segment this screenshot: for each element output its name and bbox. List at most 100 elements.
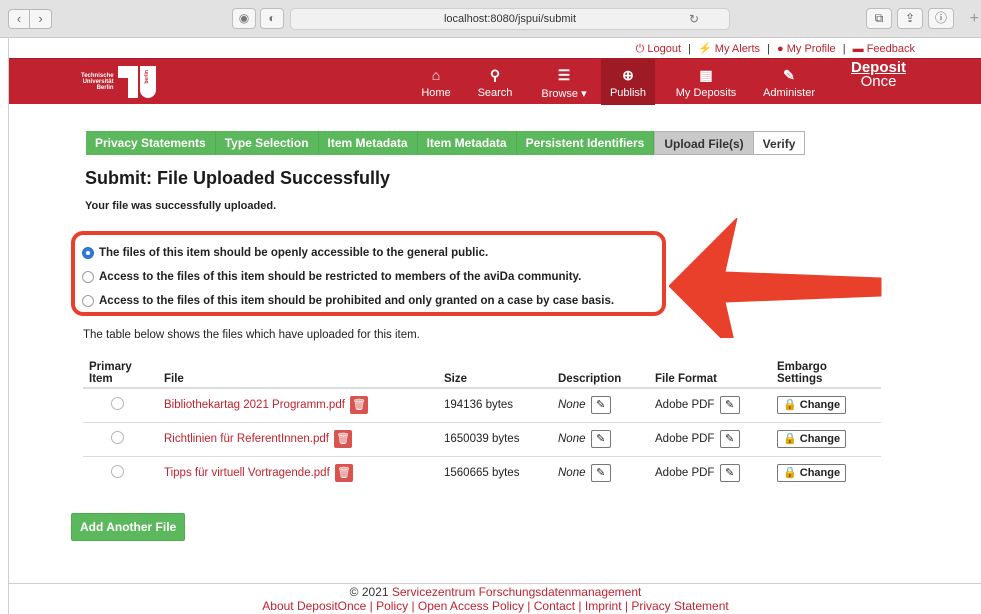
col-embargo: Embargo Settings — [771, 350, 881, 389]
grid-icon: ▦ — [699, 67, 713, 83]
reload-icon[interactable]: ↻ — [689, 9, 699, 29]
tu-logo-mark: berlin — [117, 64, 158, 100]
depositonce-logo[interactable]: Deposit Once — [851, 60, 906, 90]
header-text: Primary — [89, 361, 132, 373]
table-row: Tipps für virtuell Vortragende.pdf 🗑 156… — [83, 455, 881, 490]
back-button[interactable]: ‹ — [8, 9, 30, 29]
step-item-metadata-1[interactable]: Item Metadata — [318, 131, 418, 155]
nav-browse[interactable]: ☰ Browse ▾ — [533, 59, 595, 105]
nav-publish[interactable]: ⊕ Publish — [601, 59, 655, 105]
lock-icon: 🔒 — [783, 399, 797, 412]
table-row: Richtlinien für ReferentInnen.pdf 🗑 1650… — [83, 421, 881, 456]
page-title: Submit: File Uploaded Successfully — [85, 168, 391, 188]
nav-administer[interactable]: ✎ Administer — [757, 59, 821, 105]
step-upload-files[interactable]: Upload File(s) — [654, 131, 754, 155]
trash-icon[interactable]: 🗑 — [334, 430, 353, 448]
nav-home[interactable]: ⌂ Home — [413, 59, 459, 105]
description-value: None — [558, 399, 586, 412]
edit-description-pencil-icon[interactable]: ✎ — [590, 464, 611, 483]
info-icon[interactable]: ⓘ — [928, 8, 954, 29]
comment-icon: ▬ — [852, 43, 864, 55]
nav-label: Search — [477, 87, 513, 99]
description-value: None — [558, 467, 586, 480]
trash-icon[interactable]: 🗑 — [334, 464, 353, 483]
edit-format-pencil-icon[interactable]: ✎ — [719, 464, 740, 483]
step-verify[interactable]: Verify — [753, 131, 806, 155]
logo-text: Technische Universität Berlin — [81, 73, 114, 91]
password-extension-icon[interactable]: ◉ — [232, 8, 256, 29]
separator: | — [842, 43, 846, 55]
tu-berlin-logo[interactable]: Technische Universität Berlin berlin — [81, 63, 158, 101]
nav-label: Browse ▾ — [541, 88, 587, 100]
header-text: Item — [89, 373, 113, 385]
separator: | — [688, 43, 691, 55]
tabs-overview-icon[interactable]: ⧉ — [866, 8, 892, 29]
brand-line-2: Once — [860, 73, 897, 90]
publish-icon: ⊕ — [622, 67, 634, 83]
embargo-change-button[interactable]: 🔒 Change — [777, 430, 847, 448]
feedback-link[interactable]: Feedback — [867, 43, 915, 55]
embargo-change-button[interactable]: 🔒 Change — [777, 396, 847, 415]
nav-my-deposits[interactable]: ▦ My Deposits — [669, 59, 743, 105]
primary-radio[interactable] — [111, 465, 124, 479]
bolt-icon: ⚡ — [698, 43, 712, 55]
user-bar: ⏻ Logout | ⚡ My Alerts | ● My Profile | … — [636, 42, 915, 56]
logo-berlin-text: berlin — [143, 70, 150, 84]
forward-button[interactable]: › — [30, 9, 52, 29]
submission-steps: Privacy Statements Type Selection Item M… — [86, 131, 806, 155]
separator: | — [767, 43, 770, 55]
nav-label: Administer — [763, 87, 815, 99]
footer-copyright: © 2021 Servicezentrum Forschungsdatenman… — [9, 585, 981, 599]
wrench-icon: ✎ — [783, 67, 795, 83]
nav-label: My Deposits — [675, 87, 737, 99]
step-persistent-identifiers[interactable]: Persistent Identifiers — [516, 131, 655, 155]
alerts-link[interactable]: My Alerts — [715, 43, 760, 55]
format-value: Adobe PDF — [655, 433, 715, 446]
history-buttons: ‹ › — [8, 9, 52, 29]
file-link[interactable]: Bibliothekartag 2021 Programm.pdf — [164, 399, 345, 411]
web-page: ⏻ Logout | ⚡ My Alerts | ● My Profile | … — [8, 38, 981, 614]
table-header-row: Primary Item File Size Description File … — [83, 350, 881, 389]
step-privacy-statements[interactable]: Privacy Statements — [86, 131, 216, 155]
col-description: Description — [552, 350, 649, 389]
col-file-format: File Format — [649, 350, 771, 389]
new-tab-icon[interactable]: + — [970, 10, 979, 28]
lock-icon: 🔒 — [783, 433, 797, 445]
button-label: Change — [799, 467, 841, 480]
share-icon[interactable]: ⇪ — [897, 8, 923, 29]
edit-description-pencil-icon[interactable]: ✎ — [590, 430, 611, 448]
profile-link[interactable]: My Profile — [787, 43, 836, 55]
file-link[interactable]: Richtlinien für ReferentInnen.pdf — [164, 433, 329, 445]
file-size: 194136 bytes — [438, 387, 552, 422]
step-item-metadata-2[interactable]: Item Metadata — [417, 131, 517, 155]
browser-toolbar: ‹ › ◉ ◐ localhost:8080/jspui/submit ↻ ⧉ … — [0, 0, 981, 38]
nav-search[interactable]: ⚲ Search — [470, 59, 520, 105]
embargo-change-button[interactable]: 🔒 Change — [777, 464, 847, 483]
add-another-file-button[interactable]: Add Another File — [71, 513, 186, 541]
primary-radio[interactable] — [111, 397, 124, 411]
logout-link[interactable]: Logout — [647, 43, 681, 55]
col-file: File — [158, 350, 438, 389]
col-primary-item: Primary Item — [83, 350, 158, 389]
edit-format-pencil-icon[interactable]: ✎ — [719, 430, 740, 448]
edit-format-pencil-icon[interactable]: ✎ — [719, 396, 740, 415]
footer-links[interactable]: About DepositOnce | Policy | Open Access… — [9, 599, 981, 613]
site-header: Technische Universität Berlin berlin ⌂ H… — [9, 58, 981, 105]
address-bar[interactable]: localhost:8080/jspui/submit ↻ — [290, 8, 730, 30]
file-size: 1650039 bytes — [438, 421, 552, 456]
privacy-extension-icon[interactable]: ◐ — [260, 8, 284, 29]
logout-icon: ⏻ — [635, 43, 645, 55]
page-footer: © 2021 Servicezentrum Forschungsdatenman… — [9, 583, 981, 614]
edit-description-pencil-icon[interactable]: ✎ — [590, 396, 611, 415]
format-value: Adobe PDF — [655, 467, 715, 480]
format-value: Adobe PDF — [655, 399, 715, 412]
nav-label: Home — [421, 87, 451, 99]
col-size: Size — [438, 350, 552, 389]
primary-radio[interactable] — [111, 431, 124, 444]
annotation-highlight-box — [71, 231, 666, 316]
file-link[interactable]: Tipps für virtuell Vortragende.pdf — [164, 467, 330, 479]
copyright-text: © 2021 — [349, 585, 389, 599]
org-link[interactable]: Servicezentrum Forschungsdatenmanagement — [392, 585, 641, 599]
step-type-selection[interactable]: Type Selection — [215, 131, 319, 155]
trash-icon[interactable]: 🗑 — [350, 396, 369, 415]
